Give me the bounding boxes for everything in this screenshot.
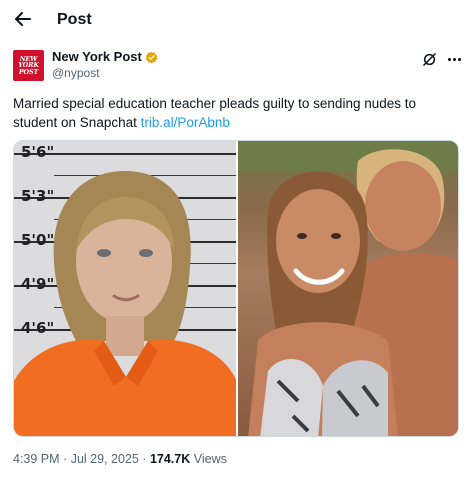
couple-figure <box>238 141 458 436</box>
meta-separator: · <box>63 452 68 466</box>
meta-separator: · <box>142 452 147 466</box>
tweet-link[interactable]: trib.al/PorAbnb <box>141 115 230 130</box>
top-bar: Post <box>0 0 474 40</box>
more-button[interactable] <box>443 50 465 68</box>
arrow-left-icon <box>15 12 31 26</box>
back-button[interactable] <box>10 6 36 32</box>
post-date[interactable]: Jul 29, 2025 <box>71 452 139 466</box>
tweet-text: Married special education teacher pleads… <box>13 94 463 132</box>
avatar-text-line-3: POST <box>18 67 39 76</box>
page-title: Post <box>57 11 92 28</box>
mugshot-photo[interactable]: 5'6" 5'3" 5'0" 4'9" 4'6" <box>14 141 236 436</box>
grok-icon <box>422 52 436 66</box>
person-figure <box>14 171 236 436</box>
author-name-row: New York Post <box>52 49 158 65</box>
author-display-name[interactable]: New York Post <box>52 49 142 65</box>
media-grid: 5'6" 5'3" 5'0" 4'9" 4'6" <box>13 140 459 437</box>
views-count[interactable]: 174.7K <box>150 452 190 466</box>
selfie-photo[interactable] <box>238 141 458 436</box>
post-meta: 4:39 PM · Jul 29, 2025 · 174.7K Views <box>13 451 227 467</box>
post-time[interactable]: 4:39 PM <box>13 452 60 466</box>
grok-button[interactable] <box>420 50 438 68</box>
more-icon <box>447 57 461 61</box>
views-label: Views <box>193 452 227 466</box>
author-handle[interactable]: @nypost <box>52 66 100 81</box>
avatar[interactable]: NEW YORK POST <box>13 50 44 81</box>
verified-badge-icon <box>145 51 158 64</box>
